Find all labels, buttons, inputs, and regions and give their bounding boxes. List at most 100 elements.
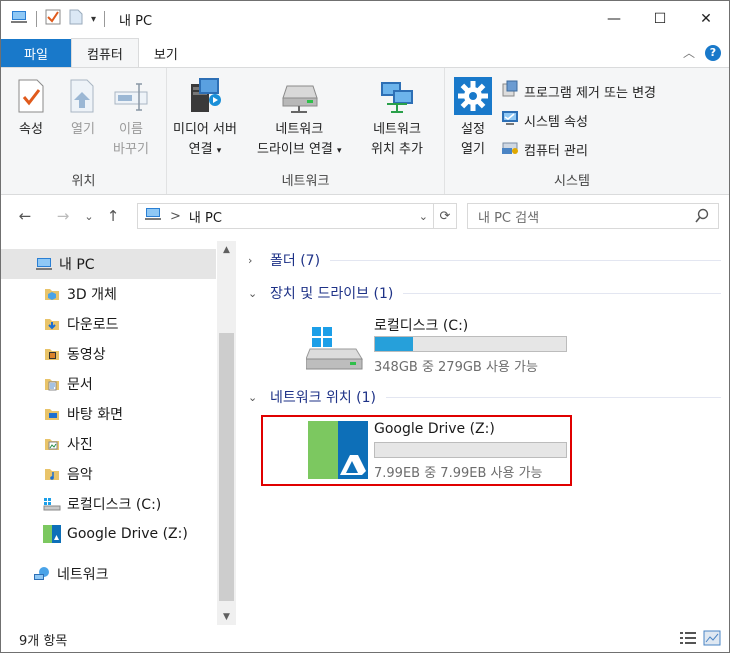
ribbon-tabs: 파일 컴퓨터 보기 ︿ ?: [1, 38, 729, 67]
address-dropdown-icon[interactable]: ⌄: [419, 210, 428, 223]
rename-icon: [111, 74, 151, 118]
nav-item-label: 네트워크: [57, 567, 109, 583]
nav-item-local-disk[interactable]: 로컬디스크 (C:): [1, 489, 216, 519]
tab-view[interactable]: 보기: [139, 39, 193, 67]
group-system-label: 시스템: [554, 174, 590, 189]
chevron-down-icon: ▾: [337, 146, 342, 156]
add-location-label-1: 네트워크: [373, 122, 421, 137]
group-header-label: 네트워크 위치 (1): [270, 390, 377, 406]
map-network-drive-button[interactable]: 네트워크 드라이브 연결 ▾: [257, 74, 342, 161]
item-count: 9개 항목: [19, 634, 68, 649]
selection-highlight-box: [261, 415, 572, 486]
group-location: 속성 열기 이름 바꾸기 위치: [1, 68, 167, 194]
details-view-icon[interactable]: [679, 630, 697, 650]
documents-icon: [43, 375, 61, 393]
nav-item-label: 사진: [67, 437, 93, 453]
properties-button[interactable]: 속성: [11, 74, 51, 140]
pc-icon[interactable]: [10, 9, 28, 29]
maximize-button[interactable]: ☐: [637, 1, 683, 37]
help-icon[interactable]: ?: [705, 44, 721, 61]
customize-dropdown-icon[interactable]: ▾: [91, 14, 96, 25]
forward-arrow-icon[interactable]: →: [51, 207, 75, 225]
nav-item-label: 내 PC: [59, 257, 95, 273]
rename-label-1: 이름: [119, 122, 143, 137]
uninstall-program-button[interactable]: 프로그램 제거 또는 변경: [501, 80, 656, 102]
open-settings-button[interactable]: 설정 열기: [453, 74, 493, 160]
new-folder-icon[interactable]: [69, 9, 83, 29]
group-header-devices[interactable]: ⌄ 장치 및 드라이브 (1): [246, 282, 721, 304]
rename-button[interactable]: 이름 바꾸기: [111, 74, 151, 160]
navigation-pane: 내 PC 3D 개체 다운로드 동영상 문서 바탕 화면 사진 음악 로컬디스크…: [1, 241, 236, 625]
media-server-label-2-text: 연결: [188, 142, 213, 157]
nav-item-3d-objects[interactable]: 3D 개체: [1, 279, 216, 309]
drive-name: 로컬디스크 (C:): [374, 318, 469, 334]
breadcrumb-separator[interactable]: >: [170, 209, 181, 224]
google-drive-icon: [43, 525, 61, 543]
add-network-location-button[interactable]: 네트워크 위치 추가: [371, 74, 423, 160]
nav-item-this-pc[interactable]: 내 PC: [1, 249, 216, 279]
minimize-button[interactable]: —: [591, 1, 637, 37]
breadcrumb[interactable]: 내 PC: [189, 207, 222, 226]
downloads-icon: [43, 315, 61, 333]
scrollbar-thumb[interactable]: [219, 333, 234, 601]
chevron-down-icon: ⌄: [248, 286, 258, 300]
group-network-label: 네트워크: [281, 174, 330, 189]
nav-scrollbar[interactable]: ▲ ▼: [217, 241, 236, 625]
nav-item-google-drive[interactable]: Google Drive (Z:): [1, 519, 216, 549]
system-properties-button[interactable]: 시스템 속성: [501, 109, 588, 131]
tab-file[interactable]: 파일: [1, 39, 71, 67]
network-icon: [33, 565, 51, 583]
address-row: ← → ⌄ ↑ > 내 PC ⌄ ⟳ 내 PC 검색: [1, 197, 729, 235]
recent-locations-chevron-icon[interactable]: ⌄: [77, 210, 101, 223]
add-location-label-2: 위치 추가: [371, 142, 423, 157]
up-arrow-icon[interactable]: ↑: [101, 207, 125, 225]
local-disk-icon: [305, 327, 364, 375]
nav-item-desktop[interactable]: 바탕 화면: [1, 399, 216, 429]
properties-icon: [11, 74, 51, 118]
scroll-up-icon[interactable]: ▲: [217, 241, 236, 258]
refresh-icon[interactable]: ⟳: [433, 203, 457, 229]
search-placeholder: 내 PC 검색: [478, 210, 540, 226]
ribbon-right-controls: ︿ ?: [683, 44, 721, 61]
nav-item-pictures[interactable]: 사진: [1, 429, 216, 459]
rename-label-2: 바꾸기: [113, 142, 149, 157]
drive-tile-local-disk[interactable]: 로컬디스크 (C:) 348GB 중 279GB 사용 가능: [246, 315, 576, 375]
back-arrow-icon[interactable]: ←: [13, 207, 37, 225]
settings-label-2: 열기: [461, 142, 485, 157]
address-bar[interactable]: > 내 PC ⌄ ⟳: [137, 203, 457, 229]
divider: [330, 259, 721, 261]
nav-item-label: Google Drive (Z:): [67, 526, 188, 542]
nav-item-videos[interactable]: 동영상: [1, 339, 216, 369]
group-header-network-locations[interactable]: ⌄ 네트워크 위치 (1): [246, 386, 721, 408]
pictures-icon: [43, 435, 61, 453]
media-server-label-2: 연결 ▾: [189, 140, 222, 161]
local-disk-icon: [43, 495, 61, 513]
computer-management-icon: [501, 138, 519, 160]
scroll-down-icon[interactable]: ▼: [217, 608, 236, 625]
pc-icon: [35, 255, 53, 273]
group-header-folders[interactable]: › 폴더 (7): [246, 249, 721, 271]
large-icons-view-icon[interactable]: [703, 630, 721, 650]
network-drive-icon: [279, 74, 319, 118]
3d-objects-icon: [43, 285, 61, 303]
drive-free-space: 348GB 중 279GB 사용 가능: [374, 360, 538, 375]
tab-computer[interactable]: 컴퓨터: [71, 38, 139, 67]
nav-item-network[interactable]: 네트워크: [1, 559, 216, 589]
nav-item-downloads[interactable]: 다운로드: [1, 309, 216, 339]
close-button[interactable]: ✕: [683, 1, 729, 37]
open-button[interactable]: 열기: [63, 74, 103, 140]
drive-usage-bar: [374, 336, 567, 352]
properties-check-icon[interactable]: [45, 9, 61, 29]
content-pane: › 폴더 (7) ⌄ 장치 및 드라이브 (1) 로컬디스크 (C:) 348G…: [246, 245, 721, 625]
search-input[interactable]: 내 PC 검색: [467, 203, 719, 229]
group-system: 설정 열기 프로그램 제거 또는 변경 시스템 속성 컴퓨터 관리 시스템: [445, 68, 699, 194]
window-controls: — ☐ ✕: [591, 1, 729, 37]
collapse-ribbon-icon[interactable]: ︿: [683, 44, 695, 61]
media-server-label-1: 미디어 서버: [173, 122, 237, 137]
nav-item-label: 다운로드: [67, 317, 119, 333]
computer-management-button[interactable]: 컴퓨터 관리: [501, 138, 588, 160]
chevron-down-icon: ▾: [216, 146, 222, 156]
nav-item-documents[interactable]: 문서: [1, 369, 216, 399]
media-server-button[interactable]: 미디어 서버 연결 ▾: [173, 74, 237, 161]
nav-item-music[interactable]: 음악: [1, 459, 216, 489]
